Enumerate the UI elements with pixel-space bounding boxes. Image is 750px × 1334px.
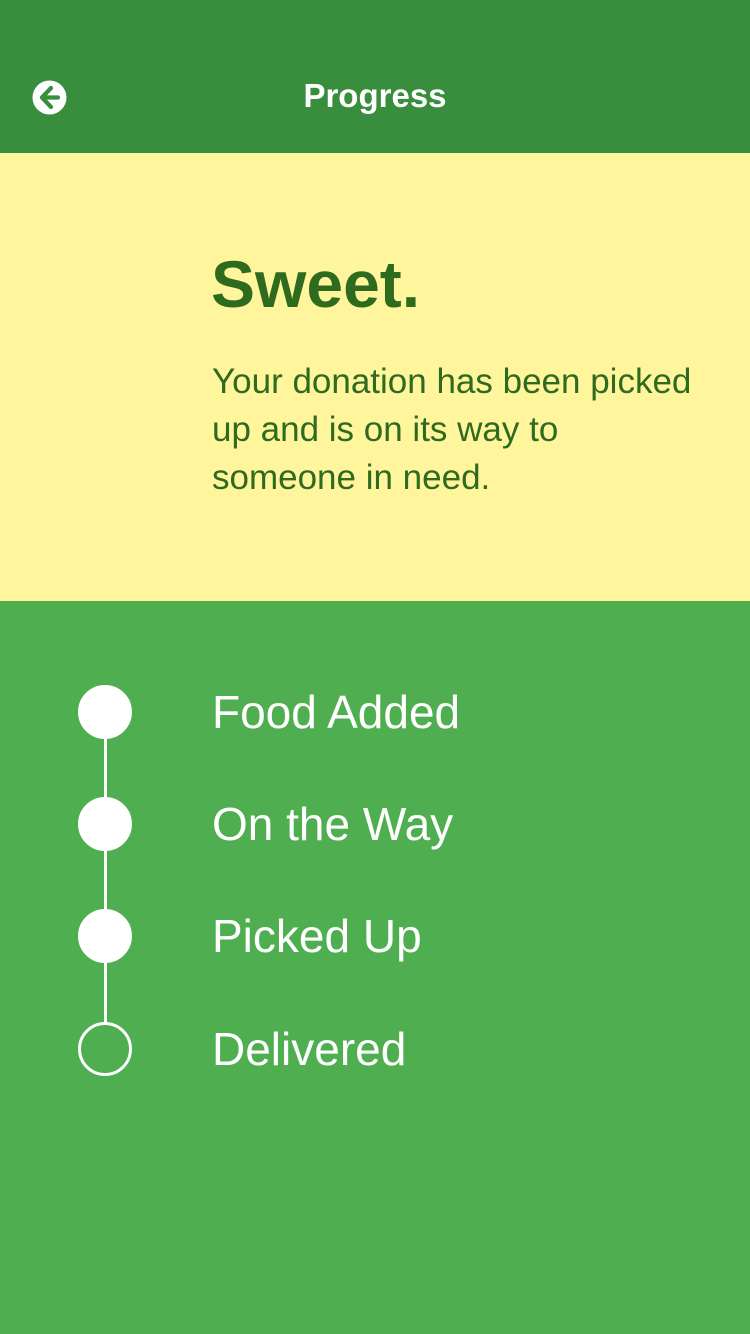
timeline-step-picked-up: Picked Up — [0, 907, 750, 963]
banner-heading: Sweet. — [211, 247, 421, 321]
status-banner: Sweet. Your donation has been picked up … — [0, 153, 750, 601]
step-complete-marker — [78, 909, 132, 963]
progress-screen: Progress Sweet. Your donation has been p… — [0, 0, 750, 1334]
step-label: On the Way — [212, 798, 454, 850]
timeline-step-food-added: Food Added — [0, 683, 750, 739]
page-title: Progress — [303, 77, 447, 114]
step-complete-marker — [78, 685, 132, 739]
step-complete-marker — [78, 797, 132, 851]
step-label: Food Added — [212, 686, 461, 738]
timeline-step-on-the-way: On the Way — [0, 795, 750, 851]
step-label: Delivered — [212, 1023, 407, 1075]
progress-timeline: Food Added On the Way Picked Up Delivere… — [0, 601, 750, 1334]
top-app-bar: Progress — [0, 0, 750, 153]
timeline-step-delivered: Delivered — [0, 1020, 750, 1076]
step-label: Picked Up — [212, 910, 422, 962]
banner-message: Your donation has been picked up and is … — [212, 362, 692, 497]
step-pending-marker — [78, 1022, 132, 1076]
timeline-connector — [104, 712, 107, 1049]
